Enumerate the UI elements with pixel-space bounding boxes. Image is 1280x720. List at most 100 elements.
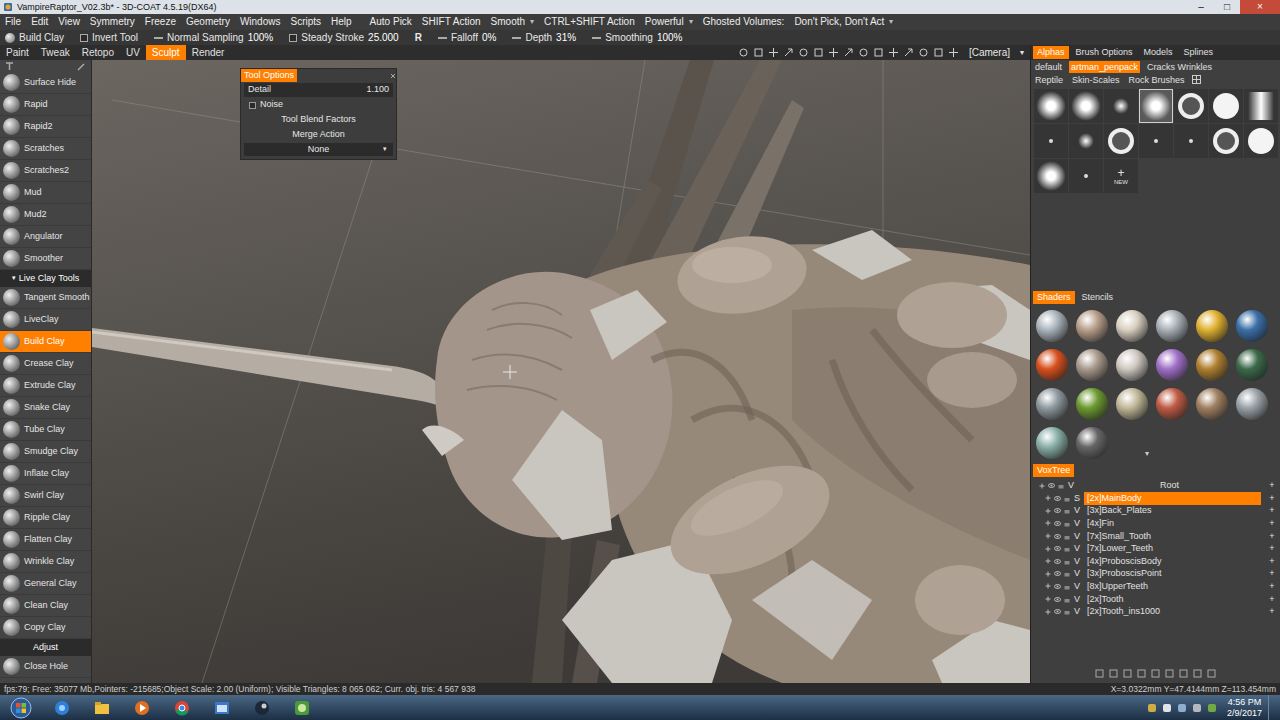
shader-cell[interactable] [1155, 309, 1189, 343]
view-tool-icon[interactable] [738, 47, 749, 58]
tool-item[interactable]: LiveClay [0, 309, 91, 331]
shader-tab[interactable]: Shaders [1033, 291, 1075, 304]
voxtree-item[interactable]: V[4x]ProboscisBody+ [1031, 555, 1280, 568]
tool-item[interactable]: Scratches [0, 138, 91, 160]
shader-cell[interactable] [1195, 387, 1229, 421]
tool-item[interactable]: Close Hole [0, 656, 91, 678]
menu-item[interactable]: Scripts [290, 17, 321, 27]
taskbar-app[interactable] [242, 695, 282, 720]
close-icon[interactable] [390, 73, 396, 79]
view-tool-icon[interactable] [768, 47, 779, 58]
view-tool-icon[interactable] [873, 47, 884, 58]
alpha-tile[interactable] [1244, 124, 1278, 158]
noise-checkbox[interactable]: Noise [241, 98, 396, 112]
voxtree-item[interactable]: V[7x]Lower_Teeth+ [1031, 542, 1280, 555]
alpha-tile[interactable] [1244, 89, 1278, 123]
toolbar-field[interactable]: Smoothing100% [592, 33, 682, 43]
menu-option[interactable]: Ghosted Volumes: [703, 17, 785, 27]
shader-cell[interactable] [1235, 309, 1269, 343]
taskbar-app[interactable] [82, 695, 122, 720]
tool-item[interactable]: Tube Clay [0, 419, 91, 441]
tool-item[interactable]: Angulator [0, 226, 91, 248]
view-tool-icon[interactable] [828, 47, 839, 58]
checkbox[interactable] [289, 34, 297, 42]
voxtree-tab[interactable]: VoxTree [1033, 464, 1074, 477]
room-tab[interactable]: Sculpt [146, 45, 186, 60]
alpha-set-tab[interactable]: Cracks Wrinkles [1145, 61, 1214, 73]
alpha-tile[interactable] [1174, 124, 1208, 158]
panel-tab[interactable]: Splines [1180, 46, 1218, 59]
alpha-set-tab[interactable]: Rock Brushes [1127, 74, 1187, 86]
alpha-tile[interactable] [1034, 89, 1068, 123]
menu-option[interactable]: CTRL+SHIFT Action [544, 17, 635, 27]
voxtree-item[interactable]: S[2x]MainBody+ [1031, 492, 1280, 505]
voxtree-item[interactable]: V[4x]Fin+ [1031, 517, 1280, 530]
menu-item[interactable]: File [5, 17, 21, 27]
shader-cell[interactable] [1035, 309, 1069, 343]
add-layer-button[interactable]: + [1264, 595, 1280, 604]
panel-tab[interactable]: Brush Options [1072, 46, 1137, 59]
menu-item[interactable]: Help [331, 17, 352, 27]
tool-item[interactable]: Scratches2 [0, 160, 91, 182]
shader-cell[interactable] [1235, 387, 1269, 421]
alpha-tile[interactable] [1034, 124, 1068, 158]
shader-tab[interactable]: Stencils [1078, 291, 1118, 304]
menu-item[interactable]: View [58, 17, 80, 27]
room-tab[interactable]: UV [120, 45, 146, 60]
tool-item[interactable]: Surface Hide [0, 72, 91, 94]
add-layer-button[interactable]: + [1264, 506, 1280, 515]
tool-group-header[interactable]: Adjust [0, 639, 91, 656]
alpha-tile[interactable] [1174, 89, 1208, 123]
menu-option[interactable]: Auto Pick [370, 17, 412, 27]
taskbar-app[interactable] [162, 695, 202, 720]
toolbar-field[interactable]: Depth31% [512, 33, 576, 43]
close-button[interactable]: × [1240, 0, 1280, 14]
add-layer-button[interactable]: + [1264, 494, 1280, 503]
scroll-more-arrow[interactable]: ▾ [1115, 426, 1149, 460]
tool-item[interactable]: Swirl Clay [0, 485, 91, 507]
start-orb-icon[interactable] [10, 697, 32, 719]
panel-tab[interactable]: Alphas [1033, 46, 1069, 59]
menu-item[interactable]: Freeze [145, 17, 176, 27]
add-layer-button[interactable]: + [1264, 532, 1280, 541]
voxtree-item[interactable]: V[2x]Tooth+ [1031, 593, 1280, 606]
add-layer-button[interactable]: + [1264, 557, 1280, 566]
add-layer-button[interactable]: + [1264, 607, 1280, 616]
alpha-tile[interactable] [1104, 89, 1138, 123]
add-layer-button[interactable]: + [1264, 569, 1280, 578]
alpha-set-tab[interactable]: Reptile [1033, 74, 1065, 86]
tool-item[interactable]: General Clay [0, 573, 91, 595]
tool-group-header[interactable]: ▾Live Clay Tools [0, 270, 91, 287]
room-tab[interactable]: Paint [0, 45, 35, 60]
view-tool-icon[interactable] [918, 47, 929, 58]
taskbar-app[interactable] [202, 695, 242, 720]
viewport-3d[interactable]: Tool OptionsDetail1.100NoiseTool Blend F… [92, 60, 1030, 683]
checkbox[interactable] [80, 34, 88, 42]
taskbar-app[interactable] [42, 695, 82, 720]
menu-item[interactable]: Edit [31, 17, 48, 27]
view-tool-icon[interactable] [753, 47, 764, 58]
tray-icon[interactable] [1192, 703, 1202, 713]
shader-cell[interactable] [1155, 348, 1189, 382]
layer-action-icon[interactable] [1207, 669, 1216, 678]
menu-dropdown[interactable]: Don't Pick, Don't Act▾ [794, 17, 893, 27]
add-layer-button[interactable]: + [1264, 519, 1280, 528]
alpha-set-tab[interactable]: artman_penpack [1069, 61, 1140, 73]
tool-item[interactable]: Extrude Clay [0, 375, 91, 397]
toolbar-tool[interactable]: Build Clay [5, 33, 64, 43]
view-tool-icon[interactable] [933, 47, 944, 58]
tray-icon[interactable] [1162, 703, 1172, 713]
alpha-tile[interactable] [1209, 124, 1243, 158]
alpha-tile[interactable]: +NEW [1104, 159, 1138, 193]
tool-item[interactable]: Mud2 [0, 204, 91, 226]
voxtree-item[interactable]: V[3x]ProboscisPoint+ [1031, 568, 1280, 581]
tool-item[interactable]: Ripple Clay [0, 507, 91, 529]
tool-item[interactable]: Wrinkle Clay [0, 551, 91, 573]
view-tool-icon[interactable] [783, 47, 794, 58]
voxtree-root[interactable]: VRoot+ [1031, 479, 1280, 492]
tool-item[interactable]: Build Clay [0, 331, 91, 353]
view-tool-icon[interactable] [903, 47, 914, 58]
shader-cell[interactable] [1195, 348, 1229, 382]
alpha-tile[interactable] [1139, 89, 1173, 123]
alpha-tile[interactable] [1034, 159, 1068, 193]
